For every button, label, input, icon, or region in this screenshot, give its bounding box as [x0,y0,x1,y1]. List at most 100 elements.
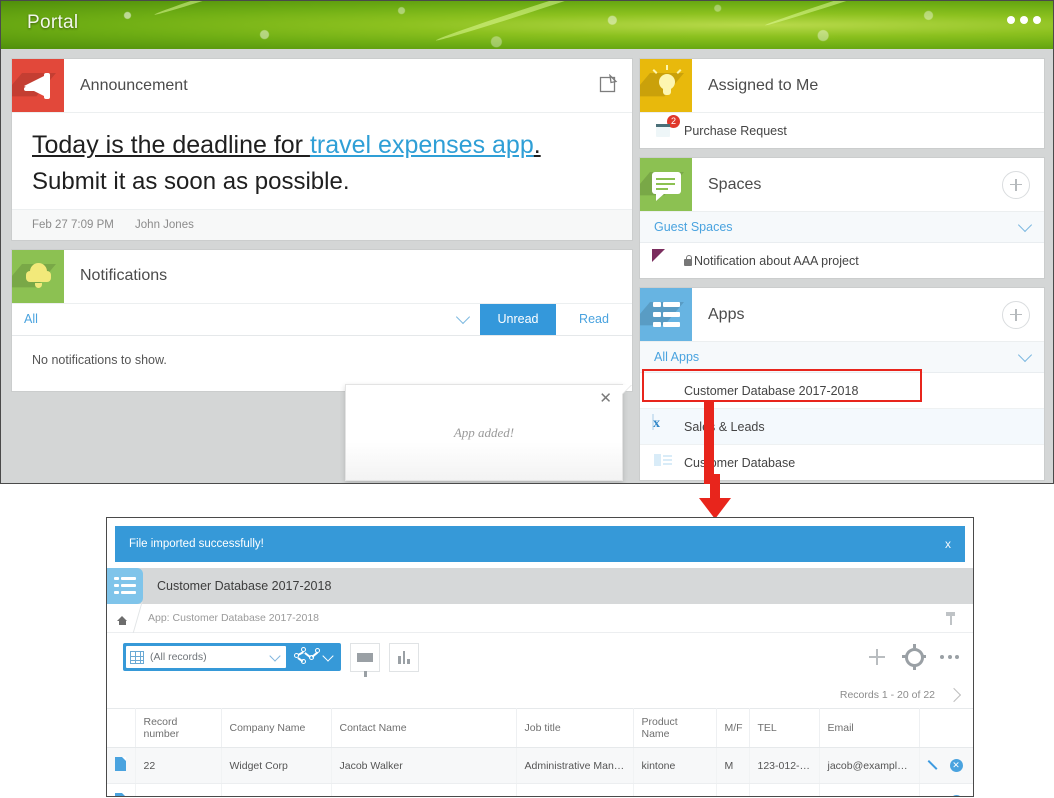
list-item-label: Purchase Request [684,124,787,138]
cell-tel: 123-012-007 [749,748,819,784]
cell-email[interactable]: emma@example... [819,784,919,798]
spaces-title: Spaces [692,176,761,194]
assigned-to-me-title: Assigned to Me [692,77,818,95]
close-icon[interactable]: ✕ [599,391,612,406]
notifications-title: Notifications [64,267,167,285]
gear-icon[interactable] [905,648,924,667]
chevron-down-icon [456,310,470,324]
graph-view-icon[interactable] [294,646,320,668]
breadcrumb-path[interactable]: App: Customer Database 2017-2018 [148,612,319,624]
portal-screen: Portal Announcement [0,0,1054,484]
cell-email[interactable]: jacob@example.... [819,748,919,784]
list-item[interactable]: 2 Purchase Request [640,113,1044,148]
spaces-header: Spaces [640,158,1044,212]
chevron-down-icon [269,650,280,661]
announcement-body: Today is the deadline for travel expense… [12,113,632,209]
filter-button[interactable] [350,643,380,672]
view-dropdown[interactable]: (All records) [126,646,286,668]
notifications-filter-dropdown[interactable]: All [12,304,480,335]
delete-icon[interactable]: ✕ [950,795,963,797]
column-header: Record number [135,709,221,748]
bell-icon [12,250,64,303]
chevron-down-icon[interactable] [322,650,333,661]
home-icon[interactable] [117,613,128,624]
app-added-popover: ✕ App added! [345,384,623,481]
sidebar-item-label: Customer Database [684,456,795,470]
document-icon [115,757,126,771]
add-record-button[interactable] [865,645,889,669]
row-actions: ✕ [919,748,973,784]
purchase-request-icon: 2 [652,119,676,143]
page-title: Portal [27,12,78,34]
plus-icon [1002,171,1030,199]
app-name: Customer Database 2017-2018 [143,579,331,593]
cell-product: kintone [633,748,716,784]
funnel-icon [357,653,373,662]
spreadsheet-app-icon [652,415,676,439]
view-selector[interactable]: (All records) [123,643,341,671]
add-app-button[interactable] [1002,301,1030,329]
view-label: (All records) [150,651,271,663]
sidebar-item-sales-and-leads[interactable]: Sales & Leads [640,409,1044,445]
row-document-cell[interactable] [107,784,135,798]
close-icon[interactable]: x [945,537,951,551]
tab-unread[interactable]: Unread [480,304,556,335]
apps-header: Apps [640,288,1044,342]
announcement-date: Feb 27 7:09 PM [32,219,114,231]
portal-menu-ellipsis-icon[interactable] [1007,16,1041,24]
pencil-icon[interactable] [928,795,941,797]
cell-company: Widget Corp [221,748,331,784]
annotation-arrow [699,474,731,519]
pencil-icon[interactable] [928,759,941,772]
cell-product: Garoon [633,784,716,798]
records-table: Record number Company Name Contact Name … [107,708,974,797]
app-list-icon [640,288,692,341]
sidebar-item-label: Sales & Leads [684,420,765,434]
cell-record-number: 21 [135,784,221,798]
announcement-meta: Feb 27 7:09 PM John Jones [12,209,632,240]
app-titlebar: Customer Database 2017-2018 [107,568,973,604]
cell-job-title [516,784,633,798]
edit-icon[interactable] [599,74,618,98]
database-app-icon [652,379,676,403]
chevron-right-icon[interactable] [947,687,961,701]
cell-mf: M [716,748,749,784]
app-list-icon [107,568,143,604]
table-row[interactable]: 21 Smith and Co. Emma Young Garoon F 123… [107,784,973,798]
all-apps-group[interactable]: All Apps [640,342,1044,373]
chevron-down-icon [1018,348,1032,362]
list-item[interactable]: Notification about AAA project [640,243,1044,278]
guest-spaces-group[interactable]: Guest Spaces [640,212,1044,243]
notifications-card: Notifications All Unread Read No notific… [12,250,632,391]
breadcrumb: App: Customer Database 2017-2018 [107,604,973,633]
announcement-line-1: Today is the deadline for travel expense… [32,127,612,163]
announcement-header: Announcement [12,59,632,113]
plus-icon [1002,301,1030,329]
cell-contact: Emma Young [331,784,516,798]
delete-icon[interactable]: ✕ [950,759,963,772]
table-row[interactable]: 22 Widget Corp Jacob Walker Administrati… [107,748,973,784]
megaphone-icon [12,59,64,112]
apps-title: Apps [692,306,744,324]
add-space-button[interactable] [1002,171,1030,199]
document-icon [115,793,126,797]
sidebar-item-customer-database-2017-2018[interactable]: Customer Database 2017-2018 [640,373,1044,409]
portal-left-column: Announcement Today is the deadline for t… [12,59,632,401]
contact-card-app-icon [652,451,676,475]
more-options-icon[interactable] [940,655,959,659]
chart-button[interactable] [389,643,419,672]
screenshot-root: Portal Announcement [0,0,1054,798]
notifications-filter-label: All [24,312,38,326]
cell-contact: Jacob Walker [331,748,516,784]
row-actions: ✕ [919,784,973,798]
tab-read[interactable]: Read [556,304,632,335]
breadcrumb-separator [134,604,148,632]
row-document-cell[interactable] [107,748,135,784]
column-header: Product Name [633,709,716,748]
notifications-header: Notifications [12,250,632,304]
column-header [919,709,973,748]
records-count: Records 1 - 20 of 22 [840,689,935,701]
announcement-line-1-prefix: Today is the deadline for [32,131,310,159]
travel-expenses-app-link[interactable]: travel expenses app [310,131,534,159]
pin-icon[interactable] [946,612,955,625]
